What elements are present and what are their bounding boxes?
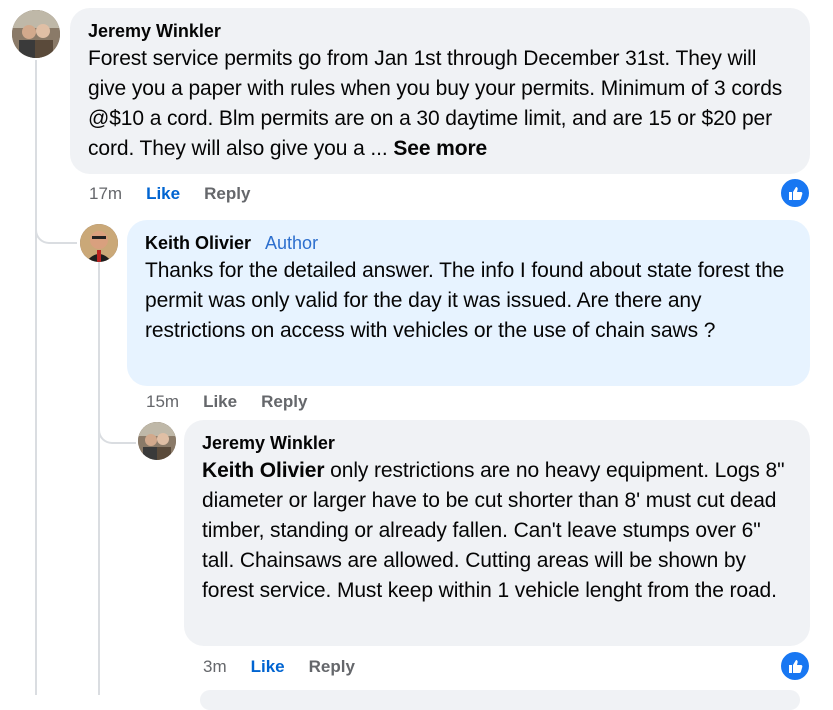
see-more-link[interactable]: See more: [393, 137, 487, 160]
thread-branch: [35, 226, 77, 244]
comment-bubble: Keith Olivier Author Thanks for the detai…: [127, 220, 810, 386]
like-button[interactable]: Like: [146, 184, 180, 204]
comment-author[interactable]: Keith Olivier: [145, 232, 251, 254]
comment-bubble-partial: [200, 690, 800, 710]
reply-button[interactable]: Reply: [204, 184, 250, 204]
comment-timestamp[interactable]: 3m: [203, 657, 227, 677]
comment-actions: 15m Like Reply: [146, 390, 307, 414]
thumbs-up-icon[interactable]: [779, 177, 811, 209]
avatar[interactable]: [138, 422, 176, 460]
mention-link[interactable]: Keith Olivier: [202, 459, 325, 482]
thread-line: [35, 60, 37, 695]
comment-header: Keith Olivier Author: [145, 232, 792, 254]
comment-text: Keith Olivier only restrictions are no h…: [202, 456, 792, 606]
thumbs-up-icon[interactable]: [779, 650, 811, 682]
comment-bubble: Jeremy Winkler Keith Olivier only restri…: [184, 420, 810, 646]
avatar[interactable]: [80, 224, 118, 262]
avatar[interactable]: [12, 10, 60, 58]
reply-button[interactable]: Reply: [309, 657, 355, 677]
thread-branch: [98, 426, 136, 444]
comment-author[interactable]: Jeremy Winkler: [202, 432, 335, 454]
comment-actions: 3m Like Reply: [203, 655, 355, 679]
reply-button[interactable]: Reply: [261, 392, 307, 412]
comment-body: Thanks for the detailed answer. The info…: [145, 259, 785, 342]
comment-timestamp[interactable]: 17m: [89, 184, 122, 204]
comment-actions: 17m Like Reply: [89, 182, 250, 206]
comment-author[interactable]: Jeremy Winkler: [88, 20, 221, 42]
comment-text: Forest service permits go from Jan 1st t…: [88, 44, 792, 164]
comment-bubble: Jeremy Winkler Forest service permits go…: [70, 8, 810, 174]
like-button[interactable]: Like: [251, 657, 285, 677]
like-button[interactable]: Like: [203, 392, 237, 412]
comment-timestamp[interactable]: 15m: [146, 392, 179, 412]
thread-line: [98, 262, 100, 695]
author-badge: Author: [265, 233, 319, 253]
